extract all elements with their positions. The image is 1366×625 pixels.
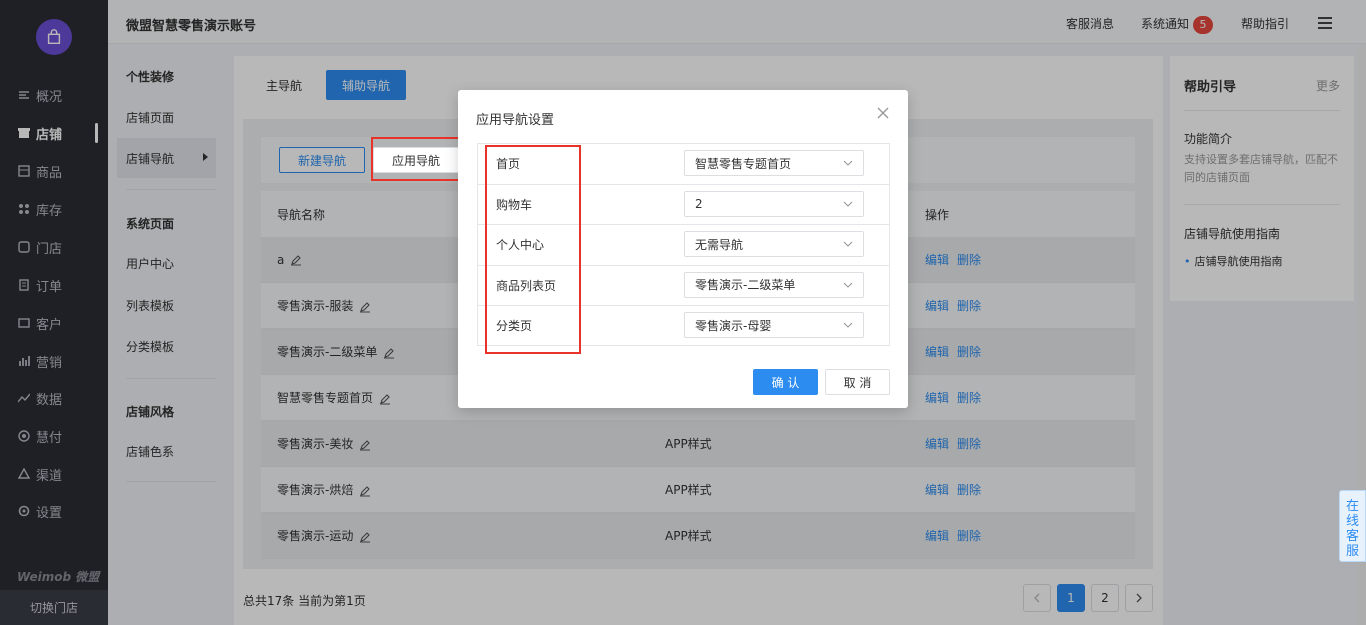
select-value: 2 bbox=[695, 196, 703, 211]
chevron-down-icon bbox=[843, 160, 853, 166]
nav-select[interactable]: 2 bbox=[684, 190, 864, 217]
cancel-button[interactable]: 取 消 bbox=[825, 369, 890, 395]
chevron-down-icon bbox=[843, 201, 853, 207]
modal-title: 应用导航设置 bbox=[476, 113, 555, 128]
app-root: 概况 店铺 商品 库存 门店 订单 客户 营销 数据 慧付 渠道 设置 Weim… bbox=[0, 0, 1366, 625]
chevron-down-icon bbox=[843, 322, 853, 328]
select-value: 无需导航 bbox=[695, 237, 744, 252]
close-icon[interactable] bbox=[876, 106, 890, 120]
nav-select[interactable]: 智慧零售专题首页 bbox=[684, 150, 864, 176]
select-value: 智慧零售专题首页 bbox=[695, 156, 792, 171]
apply-nav-button-highlighted[interactable]: 应用导航 bbox=[373, 147, 460, 173]
highlight-box-labels bbox=[485, 145, 581, 354]
select-value: 零售演示-母婴 bbox=[695, 318, 772, 333]
chevron-down-icon bbox=[843, 241, 853, 247]
nav-select[interactable]: 零售演示-二级菜单 bbox=[684, 271, 864, 298]
apply-nav-modal: 应用导航设置 首页 智慧零售专题首页 购物车 2 个人中心 无需导航 商品列表页 零售演示-二… bbox=[458, 90, 908, 408]
nav-select[interactable]: 无需导航 bbox=[684, 231, 864, 257]
chevron-down-icon bbox=[843, 282, 853, 288]
confirm-button[interactable]: 确 认 bbox=[753, 369, 818, 395]
nav-select[interactable]: 零售演示-母婴 bbox=[684, 312, 864, 338]
select-value: 零售演示-二级菜单 bbox=[695, 278, 796, 292]
online-service-button[interactable]: 在线客服 bbox=[1339, 490, 1366, 562]
